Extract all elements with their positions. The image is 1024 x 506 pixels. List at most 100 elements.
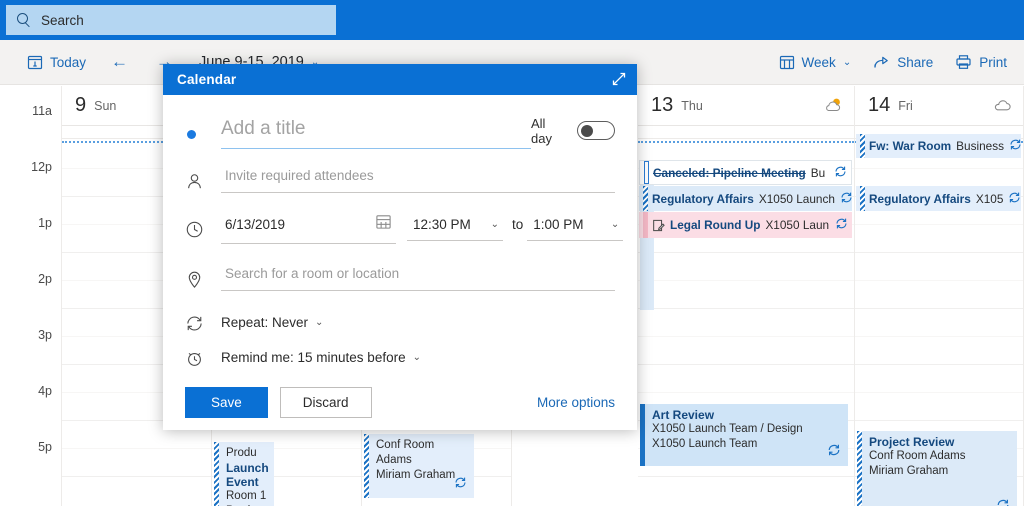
search-placeholder: Search <box>41 12 84 28</box>
remind-selector[interactable]: Remind me: 15 minutes before ⌄ <box>221 350 421 365</box>
calendar-picker-icon[interactable] <box>375 213 392 235</box>
event-canceled-pipeline-meeting[interactable]: Canceled: Pipeline Meeting Bu <box>639 160 852 185</box>
chevron-down-icon: ⌄ <box>412 351 421 363</box>
recurring-icon <box>996 498 1010 506</box>
event-subtitle: X1050 Launch <box>758 191 835 206</box>
start-time-field[interactable]: 12:30 PM ⌄ <box>407 217 503 241</box>
day-name: Fri <box>898 98 913 113</box>
event-block-art-review[interactable]: Art Review X1050 Launch Team / Design X1… <box>640 404 848 466</box>
day-slots-fri[interactable]: Fw: War Room Business Regulatory Affairs… <box>855 134 1023 506</box>
event-location: Conf Room Adams <box>869 450 966 462</box>
alarm-clock-icon <box>185 347 221 368</box>
printer-icon <box>955 54 972 70</box>
repeat-selector[interactable]: Repeat: Never ⌄ <box>221 315 323 330</box>
event-subtitle: Bu <box>810 165 826 180</box>
view-week-label: Week <box>801 54 836 70</box>
event-subtitle: Business <box>956 139 1005 153</box>
calendar-week-icon <box>779 54 795 70</box>
time-label: 3p <box>38 328 52 342</box>
day-column-thu[interactable]: 13 Thu Canceled: Pipeline Meeting Bu Reg… <box>638 86 855 506</box>
category-dot-icon <box>185 128 221 140</box>
event-line: Produ <box>226 447 257 459</box>
all-day-toggle[interactable] <box>577 121 615 141</box>
event-regulatory-affairs-fri[interactable]: Regulatory Affairs X105 <box>856 186 1021 211</box>
remind-row: Remind me: 15 minutes before ⌄ <box>185 340 615 375</box>
allday-row-thu[interactable] <box>638 126 854 139</box>
more-options-link[interactable]: More options <box>537 395 615 410</box>
event-title: Canceled: Pipeline Meeting <box>653 165 806 180</box>
save-button[interactable]: Save <box>185 386 268 418</box>
repeat-row: Repeat: Never ⌄ <box>185 305 615 340</box>
event-details: Project Review Conf Room Adams Miriam Gr… <box>862 431 1017 506</box>
today-button[interactable]: Today <box>18 48 95 76</box>
event-title: Legal Round Up <box>670 218 761 232</box>
expand-icon[interactable] <box>611 71 627 87</box>
person-icon <box>185 170 221 191</box>
recurring-icon <box>1008 191 1021 207</box>
share-label: Share <box>897 54 934 70</box>
start-date-field[interactable]: 6/13/2019 <box>221 213 396 245</box>
event-title-input[interactable] <box>221 118 531 150</box>
discard-button[interactable]: Discard <box>279 386 372 418</box>
event-body: Canceled: Pipeline Meeting Bu <box>649 165 851 181</box>
share-button[interactable]: Share <box>864 48 942 76</box>
event-regulatory-affairs-thu[interactable]: Regulatory Affairs X1050 Launch <box>639 186 852 211</box>
day-column-fri[interactable]: 14 Fri Fw: War Room Business Regulatory … <box>855 86 1024 506</box>
sun-behind-cloud-icon <box>824 97 844 118</box>
dialog-body: All day <box>163 95 637 375</box>
note-edit-icon <box>652 219 665 232</box>
today-label: Today <box>50 54 87 70</box>
day-header-fri: 14 Fri <box>855 86 1023 126</box>
repeat-label: Repeat: Never <box>221 314 309 330</box>
recurring-icon <box>185 312 221 333</box>
attendees-input[interactable] <box>221 168 615 194</box>
time-label: 12p <box>31 160 52 174</box>
event-title-line1: Launch <box>226 461 269 475</box>
time-label: 5p <box>38 440 52 454</box>
all-day-control: All day <box>531 116 615 152</box>
previous-week-button[interactable]: ← <box>99 46 140 78</box>
print-button[interactable]: Print <box>946 48 1016 76</box>
location-pin-icon <box>185 268 221 289</box>
view-week-button[interactable]: Week ⌄ <box>770 48 861 76</box>
day-slots-thu[interactable]: Canceled: Pipeline Meeting Bu Regulatory… <box>638 140 854 506</box>
recurring-icon <box>454 476 467 494</box>
outlook-calendar-app: Search Today ← → June 9-15, 2019 ⌄ Week … <box>0 0 1024 506</box>
to-label: to <box>512 216 524 232</box>
event-details: Conf Room Adams Miriam Graham <box>369 434 474 498</box>
day-name: Sun <box>94 98 117 113</box>
event-body: Legal Round Up X1050 Laun <box>648 217 852 233</box>
search-icon <box>16 12 32 28</box>
clock-icon <box>185 218 221 239</box>
event-line0: Conf Room <box>376 439 435 451</box>
all-day-label: All day <box>531 115 552 146</box>
day-name: Thu <box>681 98 703 113</box>
day-number: 13 <box>651 94 674 116</box>
event-title: Fw: War Room <box>869 139 952 153</box>
start-date-value: 6/13/2019 <box>225 216 286 232</box>
dialog-title: Calendar <box>177 71 237 87</box>
remind-label: Remind me: 15 minutes before <box>221 349 406 365</box>
day-header-thu: 13 Thu <box>638 86 854 126</box>
current-time-indicator <box>638 141 854 143</box>
time-label: 4p <box>38 384 52 398</box>
time-label: 2p <box>38 272 52 286</box>
event-block-launch-event-partial[interactable]: Produ Launch Event Room 1 Prod <box>214 442 274 506</box>
new-event-dialog: Calendar All day <box>163 64 637 430</box>
recurring-icon <box>835 217 848 233</box>
day-number: 14 <box>868 94 891 116</box>
event-room: Room 1 <box>226 490 267 502</box>
event-fw-war-room[interactable]: Fw: War Room Business <box>856 134 1021 158</box>
event-block-conf-room-partial[interactable]: Conf Room Adams Miriam Graham <box>364 434 474 498</box>
event-organizer: Miriam Graham <box>869 465 949 477</box>
location-input[interactable] <box>221 266 615 292</box>
event-subtitle: X1050 Laun <box>765 218 830 232</box>
event-block-project-review[interactable]: Project Review Conf Room Adams Miriam Gr… <box>857 431 1017 506</box>
search-input[interactable]: Search <box>6 5 336 35</box>
end-time-field[interactable]: 1:00 PM ⌄ <box>527 217 624 241</box>
dialog-header: Calendar <box>163 64 637 95</box>
event-legal-round-up[interactable]: Legal Round Up X1050 Laun <box>639 212 852 238</box>
event-body: Regulatory Affairs X105 <box>865 191 1021 207</box>
event-organizer: X1050 Launch Team <box>652 438 758 450</box>
recurring-icon <box>827 443 841 462</box>
